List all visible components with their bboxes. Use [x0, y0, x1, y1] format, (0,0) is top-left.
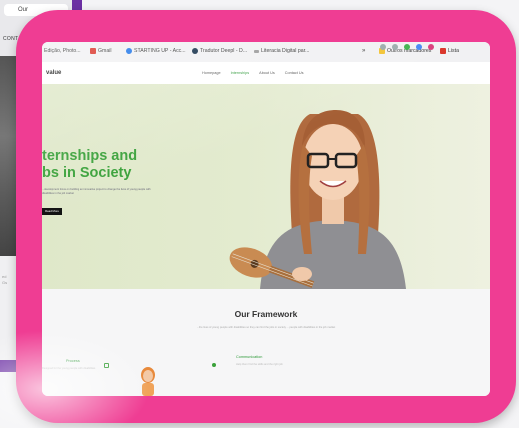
- extension-icon[interactable]: [416, 44, 422, 50]
- hero-section: ternships and bs in Society ...developme…: [42, 84, 490, 289]
- framework-section: Our Framework ...the lives of young peop…: [42, 289, 490, 396]
- bookmark-label: Lista: [448, 48, 459, 54]
- bookmark-literacia[interactable]: Literacia Digital par...: [254, 48, 309, 54]
- hero-description: ...development focus on building an inno…: [42, 188, 151, 195]
- bookmark-label: Gmail: [98, 48, 112, 54]
- nav-contact-us[interactable]: Contact Us: [285, 71, 304, 75]
- globe-icon: [126, 48, 132, 54]
- framework-column-text: Designed for the young people with disab…: [42, 367, 96, 370]
- framework-title: Our Framework: [234, 309, 298, 319]
- nav-about-us[interactable]: About Us: [259, 71, 275, 75]
- nav-internships[interactable]: Internships: [231, 71, 250, 75]
- framework-bullet-icon: [212, 363, 216, 367]
- framework-bullet-icon: [104, 363, 109, 368]
- browser-toolbar-icons: [380, 44, 434, 50]
- bookmark-label: Literacia Digital par...: [261, 48, 310, 54]
- framework-column-title: Communication: [236, 355, 263, 359]
- deepl-icon: [192, 48, 198, 54]
- read-more-button[interactable]: Read More: [42, 208, 62, 215]
- bookmark-label: Edição, Photo...: [44, 48, 81, 54]
- background-text: ed: [2, 274, 7, 279]
- profile-avatar-icon[interactable]: [428, 44, 434, 50]
- bookmark-deepl[interactable]: Tradutor Deepl - D...: [192, 48, 247, 54]
- chevron-right-icon: »: [362, 48, 366, 54]
- bookmarks-overflow[interactable]: »: [362, 48, 365, 54]
- bookmark-lista[interactable]: Lista: [440, 48, 459, 54]
- bookmark-starting-up[interactable]: STARTING UP - Acc...: [126, 48, 186, 54]
- reading-list-icon: [440, 48, 446, 54]
- extension-icon[interactable]: [392, 44, 398, 50]
- link-icon: [254, 49, 259, 53]
- bookmark-label: STARTING UP - Acc...: [134, 48, 186, 54]
- site-nav-links: Homepage Internships About Us Contact Us: [202, 71, 304, 75]
- framework-column-title: Process: [66, 359, 80, 363]
- extension-icon[interactable]: [404, 44, 410, 50]
- background-tab-label: Our: [18, 7, 29, 13]
- site-navbar: value Homepage Internships About Us Cont…: [42, 62, 490, 84]
- hero-title-line1: ternships and: [42, 148, 138, 164]
- hero-girl-photo: [229, 110, 406, 289]
- bookmark-item[interactable]: Edição, Photo...: [44, 48, 81, 54]
- framework-illustration: [141, 367, 155, 396]
- framework-subtitle: ...the lives of young people with disabi…: [196, 326, 336, 329]
- site-logo[interactable]: value: [46, 70, 61, 76]
- nav-homepage[interactable]: Homepage: [202, 71, 221, 75]
- hero-title-line2: bs in Society: [42, 165, 132, 181]
- gmail-icon: [90, 48, 96, 54]
- bookmark-gmail[interactable]: Gmail: [90, 48, 112, 54]
- bookmark-label: Tradutor Deepl - D...: [200, 48, 248, 54]
- background-text: Gs: [2, 280, 8, 285]
- hero-title: ternships and bs in Society: [42, 148, 137, 182]
- browser-screen: Edição, Photo... Gmail STARTING UP - Acc…: [42, 42, 490, 396]
- extension-icon[interactable]: [380, 44, 386, 50]
- framework-column-text: Help them find the skills and the right …: [236, 363, 283, 366]
